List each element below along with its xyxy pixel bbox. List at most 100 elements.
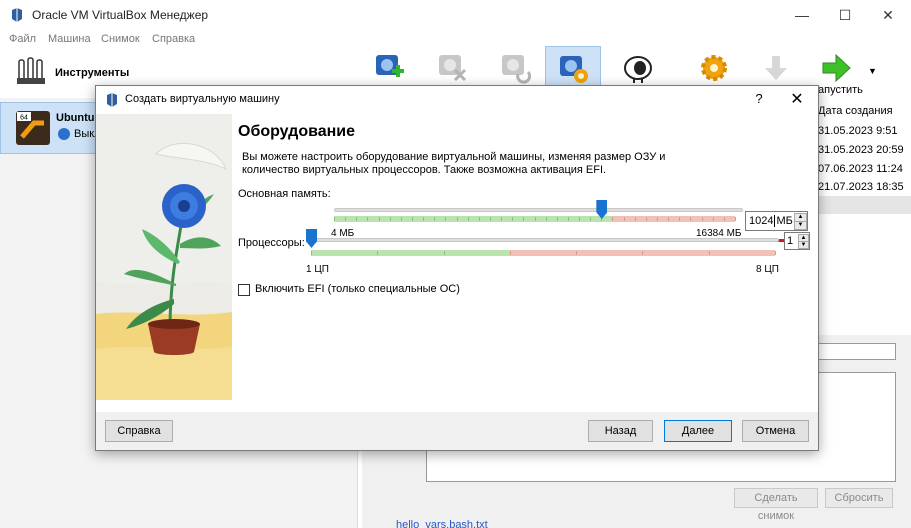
cpu-scale-tick	[775, 251, 776, 255]
title-bar: Oracle VM VirtualBox Менеджер — ☐ ✕	[0, 0, 911, 30]
memory-scale-tick	[590, 217, 592, 221]
take-snapshot-button[interactable]: Сделать снимок	[734, 488, 818, 522]
memory-scale-tick	[501, 217, 503, 221]
maximize-button[interactable]: ☐	[823, 2, 867, 28]
dialog-title-bar: Создать виртуальную машину ? ✕	[96, 86, 818, 114]
memory-scale-tick	[345, 217, 347, 221]
cpu-scale-tick	[708, 251, 710, 255]
memory-scale-tick	[334, 217, 335, 221]
snapshot-sheep-icon	[624, 56, 652, 83]
memory-scale-tick	[523, 217, 525, 221]
cpu-scale-tick	[443, 251, 445, 255]
cpu-max-label: 8 ЦП	[756, 264, 779, 275]
back-button[interactable]: Назад	[588, 420, 653, 442]
attached-file-link[interactable]: hello_vars.bash.txt	[396, 519, 488, 528]
memory-scale	[334, 216, 736, 222]
cpu-scale-tick	[576, 251, 578, 255]
cpu-scale-tick	[377, 251, 379, 255]
virtualbox-logo-icon	[107, 93, 117, 107]
cpu-spinbox[interactable]: 1 ▲ ▼	[784, 232, 810, 250]
svg-text:64: 64	[20, 115, 28, 122]
create-vm-dialog: Создать виртуальную машину ? ✕ Оборудова…	[95, 85, 819, 451]
new-vm-icon	[376, 55, 404, 77]
help-button[interactable]: Справка	[105, 420, 173, 442]
tools-label: Инструменты	[55, 67, 130, 79]
close-button[interactable]: ✕	[866, 2, 910, 28]
dialog-title: Создать виртуальную машину	[125, 93, 280, 105]
help-icon[interactable]: ?	[750, 91, 768, 106]
memory-unsafe-range	[611, 216, 735, 222]
menu-help[interactable]: Справка	[152, 33, 195, 45]
memory-scale-tick	[534, 217, 536, 221]
memory-scale-tick	[679, 217, 681, 221]
efi-checkbox[interactable]	[238, 284, 250, 296]
discard-disabled-icon	[502, 55, 532, 84]
cpu-slider[interactable]	[309, 238, 779, 242]
memory-decrement-icon[interactable]: ▼	[794, 221, 807, 230]
snapshot-date: 31.05.2023 20:59	[818, 144, 904, 156]
memory-scale-tick	[489, 217, 491, 221]
memory-scale-tick	[434, 217, 436, 221]
memory-scale-tick	[389, 217, 391, 221]
page-heading: Оборудование	[238, 123, 356, 140]
cpu-min-label: 1 ЦП	[306, 264, 329, 275]
menu-file[interactable]: Файл	[9, 33, 36, 45]
ubuntu-os-icon: 64	[16, 111, 50, 145]
menu-snapshot[interactable]: Снимок	[101, 33, 140, 45]
memory-value-input[interactable]: 1024 МБ	[749, 215, 793, 227]
menu-machine[interactable]: Машина	[48, 33, 91, 45]
cancel-button[interactable]: Отмена	[742, 420, 809, 442]
dialog-body: Оборудование Вы можете настроить оборудо…	[96, 114, 818, 412]
cpu-scale-tick	[642, 251, 644, 255]
memory-scale-tick	[567, 217, 569, 221]
snapshot-date: 07.06.2023 11:24	[818, 163, 903, 175]
memory-scale-tick	[623, 217, 625, 221]
efi-checkbox-label[interactable]: Включить EFI (только специальные ОС)	[255, 283, 460, 295]
start-button-label: апустить	[818, 84, 863, 96]
next-button[interactable]: Далее	[664, 420, 732, 442]
memory-scale-tick	[445, 217, 447, 221]
down-arrow-disabled-icon	[765, 56, 787, 80]
minimize-button[interactable]: —	[780, 2, 824, 28]
cpu-scale-tick	[311, 251, 312, 255]
snapshot-row-current[interactable]	[814, 196, 911, 214]
memory-scale-tick	[367, 217, 369, 221]
memory-scale-tick	[690, 217, 692, 221]
memory-scale-tick	[400, 217, 402, 221]
memory-slider[interactable]	[334, 208, 743, 212]
memory-scale-tick	[579, 217, 581, 221]
memory-scale-tick	[478, 217, 480, 221]
power-off-icon	[58, 128, 70, 140]
snapshot-date: 21.07.2023 18:35	[818, 181, 904, 193]
cpu-scale	[311, 250, 776, 256]
snapshot-table-header: Дата создания	[814, 103, 911, 121]
memory-scale-tick	[545, 217, 547, 221]
cpu-safe-range	[311, 250, 509, 256]
memory-scale-tick	[645, 217, 647, 221]
snapshot-date: 31.05.2023 9:51	[818, 125, 898, 137]
reset-button[interactable]: Сбросить	[825, 488, 893, 508]
memory-scale-tick	[356, 217, 358, 221]
memory-scale-tick	[712, 217, 714, 221]
memory-scale-tick	[467, 217, 469, 221]
memory-scale-tick	[735, 217, 736, 221]
memory-scale-tick	[378, 217, 380, 221]
memory-scale-tick	[423, 217, 425, 221]
page-description: Вы можете настроить оборудование виртуал…	[242, 151, 666, 176]
cpu-label: Процессоры:	[238, 237, 305, 249]
memory-scale-tick	[701, 217, 703, 221]
memory-spinbox[interactable]: 1024 МБ ▲ ▼	[745, 211, 808, 231]
memory-scale-tick	[657, 217, 659, 221]
vm-name: Ubuntu	[56, 112, 95, 124]
settings-disabled-icon	[439, 55, 467, 82]
cpu-slider-handle[interactable]	[306, 229, 317, 248]
created-date-header[interactable]: Дата создания	[818, 105, 893, 117]
cpu-value-input[interactable]: 1	[787, 235, 793, 247]
memory-scale-tick	[456, 217, 458, 221]
dialog-button-bar: Справка Назад Далее Отмена	[96, 412, 818, 450]
start-dropdown-icon[interactable]: ▼	[868, 66, 877, 76]
snapshot-name-input[interactable]	[818, 343, 896, 360]
cpu-decrement-icon[interactable]: ▼	[798, 241, 809, 249]
close-icon[interactable]: ✕	[785, 89, 809, 109]
window-title: Oracle VM VirtualBox Менеджер	[32, 8, 209, 22]
